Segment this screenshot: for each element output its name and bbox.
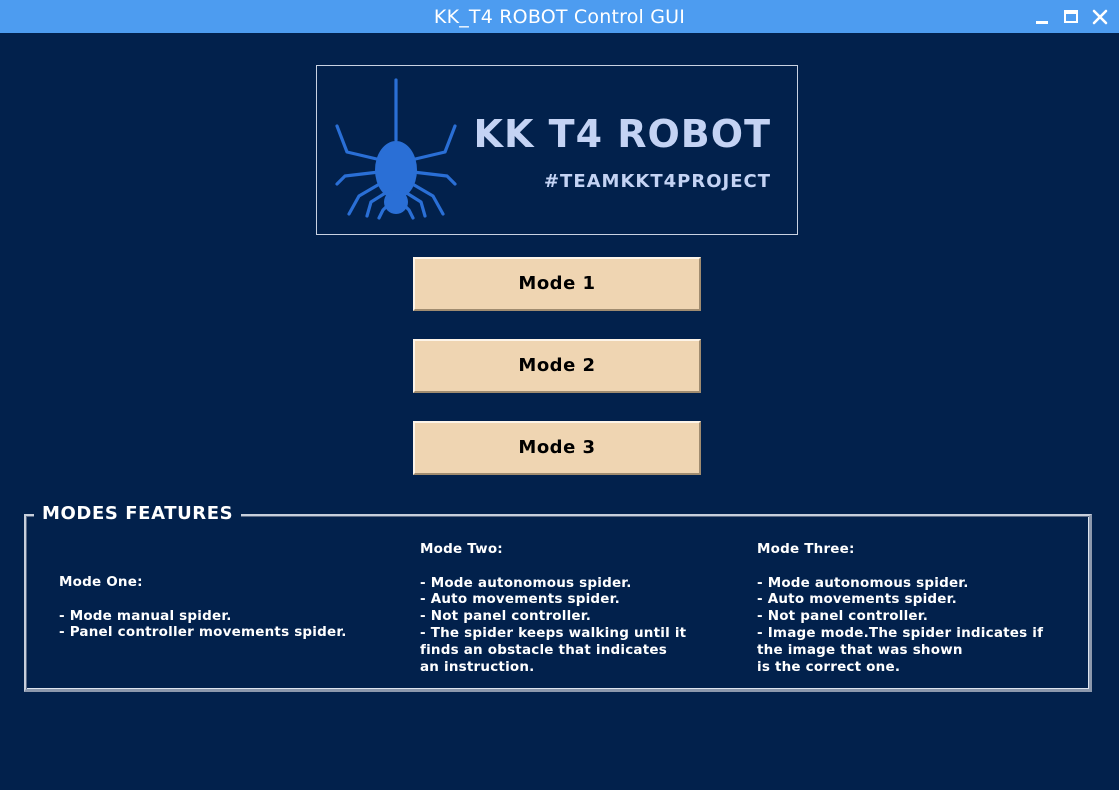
logo-title: KK T4 ROBOT <box>473 112 771 156</box>
mode-two-line: - Not panel controller. <box>420 608 592 625</box>
minimize-icon[interactable] <box>1032 7 1052 27</box>
modes-features-frame: MODES FEATURES Mode One: - Mode manual s… <box>24 502 1092 692</box>
window-title: KK_T4 ROBOT Control GUI <box>433 6 686 28</box>
mode-1-button[interactable]: Mode 1 <box>413 257 701 311</box>
mode-two-line: - Mode autonomous spider. <box>420 574 632 591</box>
spider-icon <box>335 78 457 220</box>
mode-one-heading: Mode One: <box>59 574 143 590</box>
mode-three-heading: Mode Three: <box>757 541 855 557</box>
logo-tagline: #TEAMKKT4PROJECT <box>543 171 771 192</box>
mode-three-line: the image that was shown <box>757 641 963 658</box>
window-titlebar[interactable]: KK_T4 ROBOT Control GUI <box>0 0 1119 33</box>
mode-one-line: - Mode manual spider. <box>59 607 232 624</box>
mode-two-line: finds an obstacle that indicates <box>420 641 667 658</box>
mode-3-button[interactable]: Mode 3 <box>413 421 701 475</box>
mode-two-line: - The spider keeps walking until it <box>420 624 687 641</box>
mode-three-line: - Not panel controller. <box>757 608 929 625</box>
mode-2-button[interactable]: Mode 2 <box>413 339 701 393</box>
modes-features-legend: MODES FEATURES <box>34 502 242 526</box>
mode-two-line: an instruction. <box>420 658 535 675</box>
mode-three-description: Mode Three: - Mode autonomous spider. - … <box>757 541 1043 675</box>
robot-logo-banner: KK T4 ROBOT #TEAMKKT4PROJECT <box>316 65 798 235</box>
mode-three-line: - Mode autonomous spider. <box>757 574 969 591</box>
mode-two-description: Mode Two: - Mode autonomous spider. - Au… <box>420 541 686 675</box>
mode-three-line: is the correct one. <box>757 658 901 675</box>
mode-two-line: - Auto movements spider. <box>420 591 620 608</box>
maximize-icon[interactable] <box>1061 7 1081 27</box>
mode-one-line: - Panel controller movements spider. <box>59 624 347 641</box>
mode-three-line: - Image mode.The spider indicates if <box>757 624 1044 641</box>
close-icon[interactable] <box>1090 7 1110 27</box>
mode-one-description: Mode One: - Mode manual spider. - Panel … <box>59 574 347 641</box>
mode-two-heading: Mode Two: <box>420 541 503 557</box>
mode-three-line: - Auto movements spider. <box>757 591 957 608</box>
